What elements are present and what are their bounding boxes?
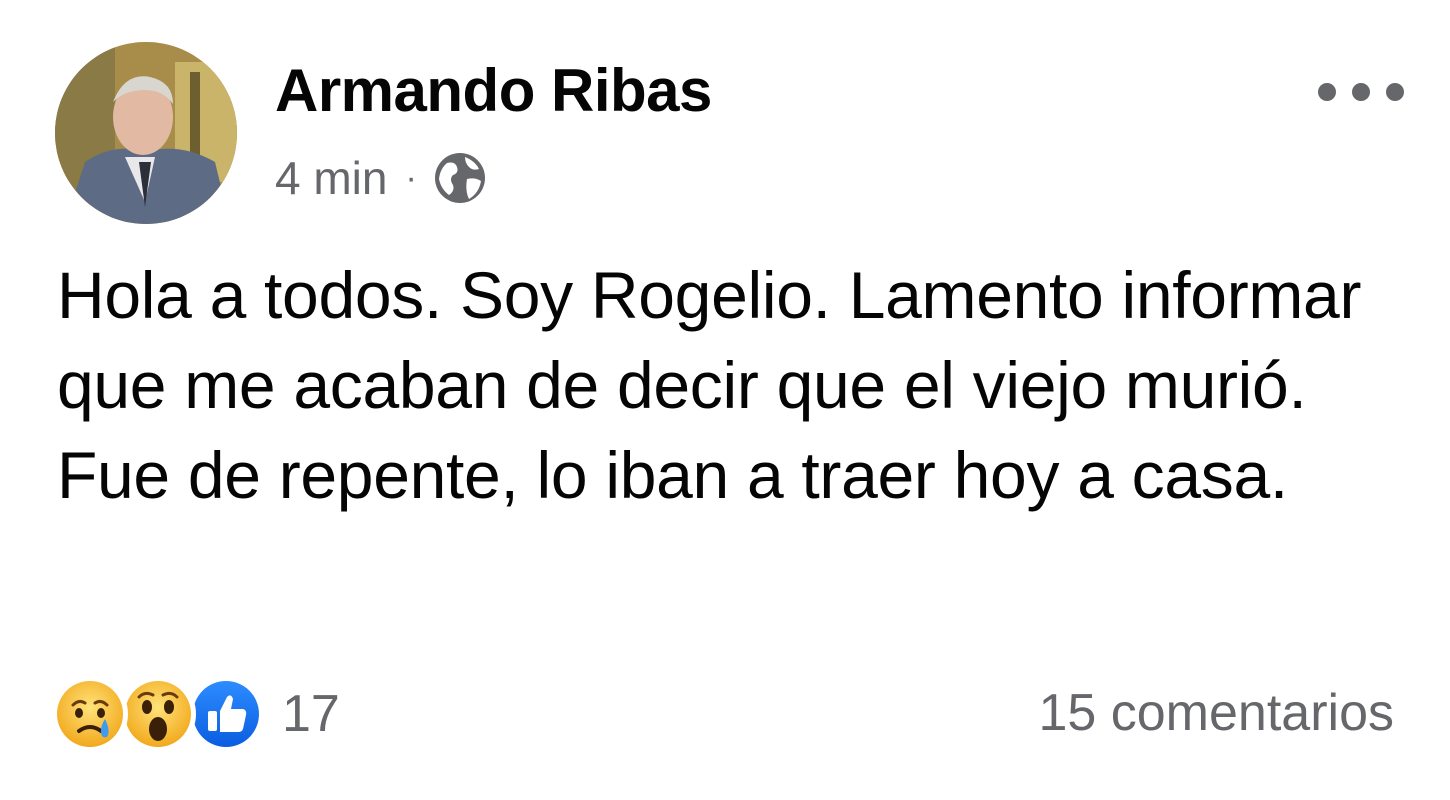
more-dot — [1386, 83, 1404, 101]
like-reaction-icon[interactable] — [188, 676, 264, 752]
meta-separator: · — [405, 158, 417, 197]
globe-icon[interactable] — [431, 149, 489, 207]
facebook-post: Armando Ribas 4 min · Hola a todos. Soy … — [0, 0, 1450, 800]
post-body: Hola a todos. Soy Rogelio. Lamento infor… — [57, 258, 1362, 512]
wow-reaction-icon[interactable] — [120, 676, 196, 752]
reaction-count[interactable]: 17 — [282, 684, 340, 744]
more-options-icon[interactable] — [1318, 72, 1404, 112]
avatar-photo — [55, 42, 237, 224]
avatar[interactable] — [55, 42, 237, 224]
more-dot — [1318, 83, 1336, 101]
reactions-summary[interactable]: 17 — [52, 676, 340, 752]
post-timestamp[interactable]: 4 min — [275, 151, 387, 205]
more-dot — [1352, 83, 1370, 101]
post-meta: 4 min · — [275, 148, 489, 208]
sad-reaction-icon[interactable] — [52, 676, 128, 752]
comments-count-link[interactable]: 15 comentarios — [1038, 678, 1394, 748]
author-name[interactable]: Armando Ribas — [275, 56, 712, 126]
